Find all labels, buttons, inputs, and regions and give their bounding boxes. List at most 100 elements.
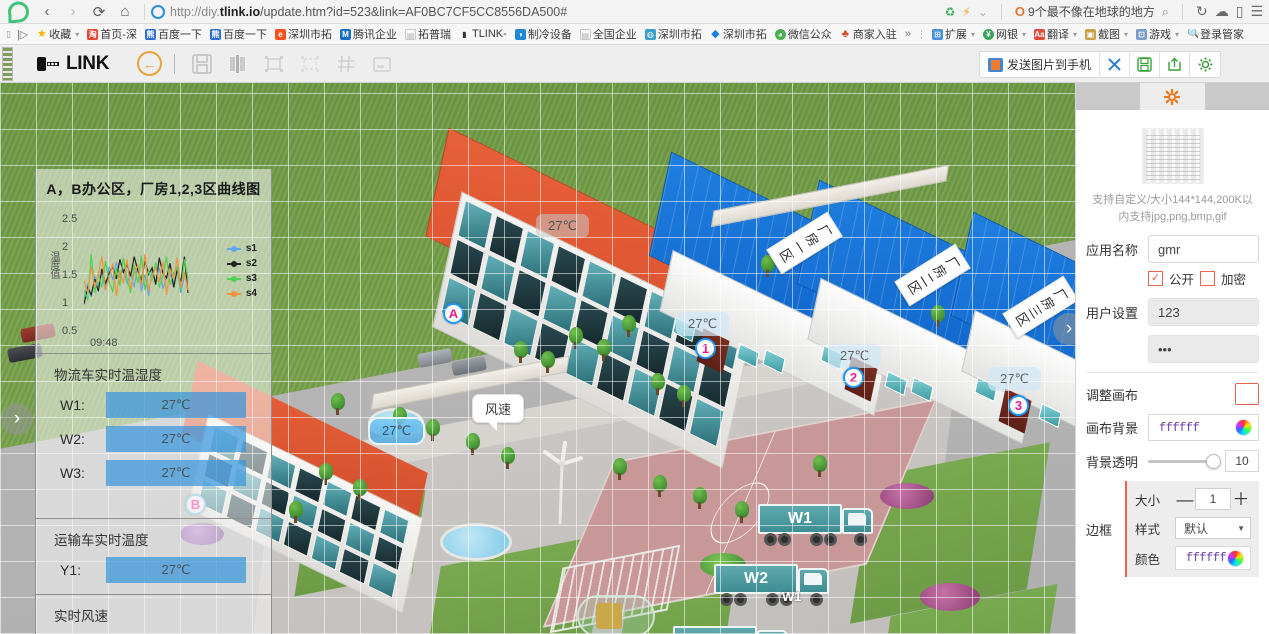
widget-line-chart[interactable]: A，B办公区，厂房1,2,3区曲线图 温度值 2.5 2 1.5 1 0.5 0… xyxy=(36,169,271,354)
transport-row-y1[interactable]: Y1: 27℃ xyxy=(36,553,271,587)
back-button[interactable]: ← xyxy=(137,51,162,76)
ext-bank[interactable]: ¥网银▾ xyxy=(979,26,1030,42)
marker-1[interactable]: 1 xyxy=(695,338,716,359)
browser-logo-icon xyxy=(6,1,34,23)
bookmark-favorites[interactable]: ★ 收藏 ▾ xyxy=(32,26,83,42)
opacity-slider[interactable]: 10 xyxy=(1148,450,1259,472)
marker-2[interactable]: 2 xyxy=(843,367,864,388)
username-input[interactable]: 123 xyxy=(1148,298,1259,326)
sync-icon[interactable]: ♻ xyxy=(945,6,956,18)
logistics-row-w1[interactable]: W1: 27℃ xyxy=(36,388,271,422)
bookmark-expand-icon[interactable]: |▷ xyxy=(13,28,32,41)
border-style-select[interactable]: 默认 ▼ xyxy=(1175,517,1251,539)
decrease-button[interactable]: — xyxy=(1175,491,1195,508)
bookmark-item[interactable]: M腾讯企业 xyxy=(336,26,401,42)
color-wheel-icon[interactable] xyxy=(1227,550,1244,567)
increase-button[interactable]: ＋ xyxy=(1231,491,1251,508)
ext-password[interactable]: 🔍登录管家 xyxy=(1183,26,1248,42)
app-name-input[interactable]: gmr xyxy=(1148,235,1259,263)
truck-w1[interactable]: W1 xyxy=(758,502,876,546)
drag-handle[interactable]: ⋮ xyxy=(915,30,928,39)
save-button[interactable] xyxy=(1130,52,1160,77)
widget-wind-speed[interactable]: 实时风速 2 1 风速 xyxy=(36,595,271,634)
widget-transport[interactable]: 运输车实时温度 Y1: 27℃ xyxy=(36,519,271,595)
public-checkbox[interactable]: ✓ xyxy=(1148,271,1163,286)
bookmark-item[interactable]: 淘首页-深 xyxy=(83,26,141,42)
bookmark-item[interactable]: ◆深圳市拓 xyxy=(706,26,771,42)
logistics-row-w2[interactable]: W2: 27℃ xyxy=(36,422,271,456)
canvas-adjust-swatch[interactable] xyxy=(1235,383,1259,405)
fullscreen-button[interactable] xyxy=(1100,52,1130,77)
wind-speed-bubble[interactable]: 风速 xyxy=(472,394,524,423)
cloud-icon[interactable]: ☁ xyxy=(1215,3,1229,20)
layout-icon[interactable] xyxy=(367,51,397,77)
lightning-icon[interactable]: ⚡ xyxy=(962,6,970,18)
bookmark-item[interactable]: 熊百度一下 xyxy=(206,26,271,42)
bookmarks-overflow[interactable]: » xyxy=(901,28,915,40)
temp-bubble-zone2[interactable]: 27℃ xyxy=(828,344,881,368)
address-bar[interactable]: http://diy.tlink.io/update.htm?id=523&li… xyxy=(151,5,945,19)
bookmark-item[interactable]: ◕微信公众 xyxy=(771,26,836,42)
ungroup-icon[interactable] xyxy=(295,51,325,77)
share-button[interactable] xyxy=(1160,52,1190,77)
opacity-value[interactable]: 10 xyxy=(1225,450,1259,472)
ext-screenshot[interactable]: ▣截图▾ xyxy=(1081,26,1132,42)
bookmark-item[interactable]: ◑制冷设备 xyxy=(511,26,576,42)
chevron-down-icon: ▾ xyxy=(75,30,79,39)
bookmark-item[interactable]: ♣商家入驻 xyxy=(836,26,901,42)
temp-bubble-pool[interactable]: 27℃ xyxy=(368,417,425,445)
password-icon: 🔍 xyxy=(1187,29,1198,40)
encrypt-checkbox[interactable] xyxy=(1200,271,1215,286)
search-box[interactable]: O 9个最不像在地球的地方 xyxy=(1015,3,1155,20)
home-icon[interactable]: ⌂ xyxy=(112,1,138,23)
temp-bubble-zone3[interactable]: 27℃ xyxy=(988,367,1041,391)
send-to-phone-button[interactable]: 发送图片到手机 xyxy=(980,52,1100,77)
baidu-icon: 熊 xyxy=(145,29,156,40)
menu-icon[interactable]: ☰ xyxy=(1250,3,1263,20)
slider-track[interactable] xyxy=(1148,460,1219,463)
grid-icon[interactable] xyxy=(331,51,361,77)
bookmark-item[interactable]: ▤拓普瑞 xyxy=(401,26,455,42)
settings-gear-icon[interactable] xyxy=(1190,52,1220,77)
app-icon-thumbnail[interactable] xyxy=(1142,128,1204,184)
canvas-bg-color-field[interactable]: ffffff xyxy=(1148,414,1259,441)
design-canvas[interactable]: 安全生产 人人有责 xyxy=(0,83,1075,634)
bookmark-item[interactable]: ▮TLINK- xyxy=(455,28,511,40)
sidebar-gripper[interactable] xyxy=(2,47,13,81)
nav-left-arrow[interactable]: › xyxy=(1,403,33,435)
password-input[interactable]: ••• xyxy=(1148,335,1259,363)
logistics-row-w3[interactable]: W3: 27℃ xyxy=(36,456,271,490)
bookmark-item[interactable]: 熊百度一下 xyxy=(141,26,206,42)
tab-settings[interactable] xyxy=(1140,83,1204,110)
truck-w3[interactable]: W3 xyxy=(673,624,791,634)
ext-extensions[interactable]: ⊞扩展▾ xyxy=(928,26,979,42)
bookmark-item[interactable]: ▤全国企业 xyxy=(576,26,641,42)
border-color-field[interactable]: ffffff xyxy=(1175,546,1251,570)
search-icon[interactable]: ⌕ xyxy=(1162,4,1169,20)
bookmark-label: 商家入驻 xyxy=(853,26,897,42)
back-button[interactable]: ‹ xyxy=(34,1,60,23)
bookmark-item[interactable]: ◍深圳市拓 xyxy=(641,26,706,42)
widget-logistics[interactable]: 物流车实时温湿度 W1: 27℃ W2: 27℃ W3: 27℃ xyxy=(36,354,271,519)
color-wheel-icon[interactable] xyxy=(1235,419,1252,436)
save-disk-icon[interactable] xyxy=(187,51,217,77)
forward-button[interactable]: › xyxy=(60,1,86,23)
border-size-value[interactable]: 1 xyxy=(1195,488,1231,510)
temp-bubble-zone1[interactable]: 27℃ xyxy=(676,312,729,336)
group-icon[interactable] xyxy=(259,51,289,77)
marker-3[interactable]: 3 xyxy=(1008,395,1029,416)
bookmark-handle[interactable]: ▯ xyxy=(4,30,13,39)
gear-icon xyxy=(1164,89,1180,105)
ext-translate[interactable]: Aa翻译▾ xyxy=(1030,26,1081,42)
ext-game[interactable]: ⊡游戏▾ xyxy=(1132,26,1183,42)
align-icon[interactable] xyxy=(223,51,253,77)
slider-knob[interactable] xyxy=(1206,454,1221,469)
temp-bubble-office[interactable]: 27℃ xyxy=(536,214,589,238)
history-icon[interactable]: ↻ xyxy=(1196,3,1208,20)
mobile-icon[interactable]: ▯ xyxy=(1236,3,1244,20)
chevron-down-icon[interactable]: ⌄ xyxy=(978,6,988,18)
reload-icon[interactable]: ⟳ xyxy=(86,1,112,23)
truck-w2[interactable]: W2 xyxy=(714,562,832,606)
marker-a[interactable]: A xyxy=(443,303,464,324)
bookmark-item[interactable]: e深圳市拓 xyxy=(271,26,336,42)
